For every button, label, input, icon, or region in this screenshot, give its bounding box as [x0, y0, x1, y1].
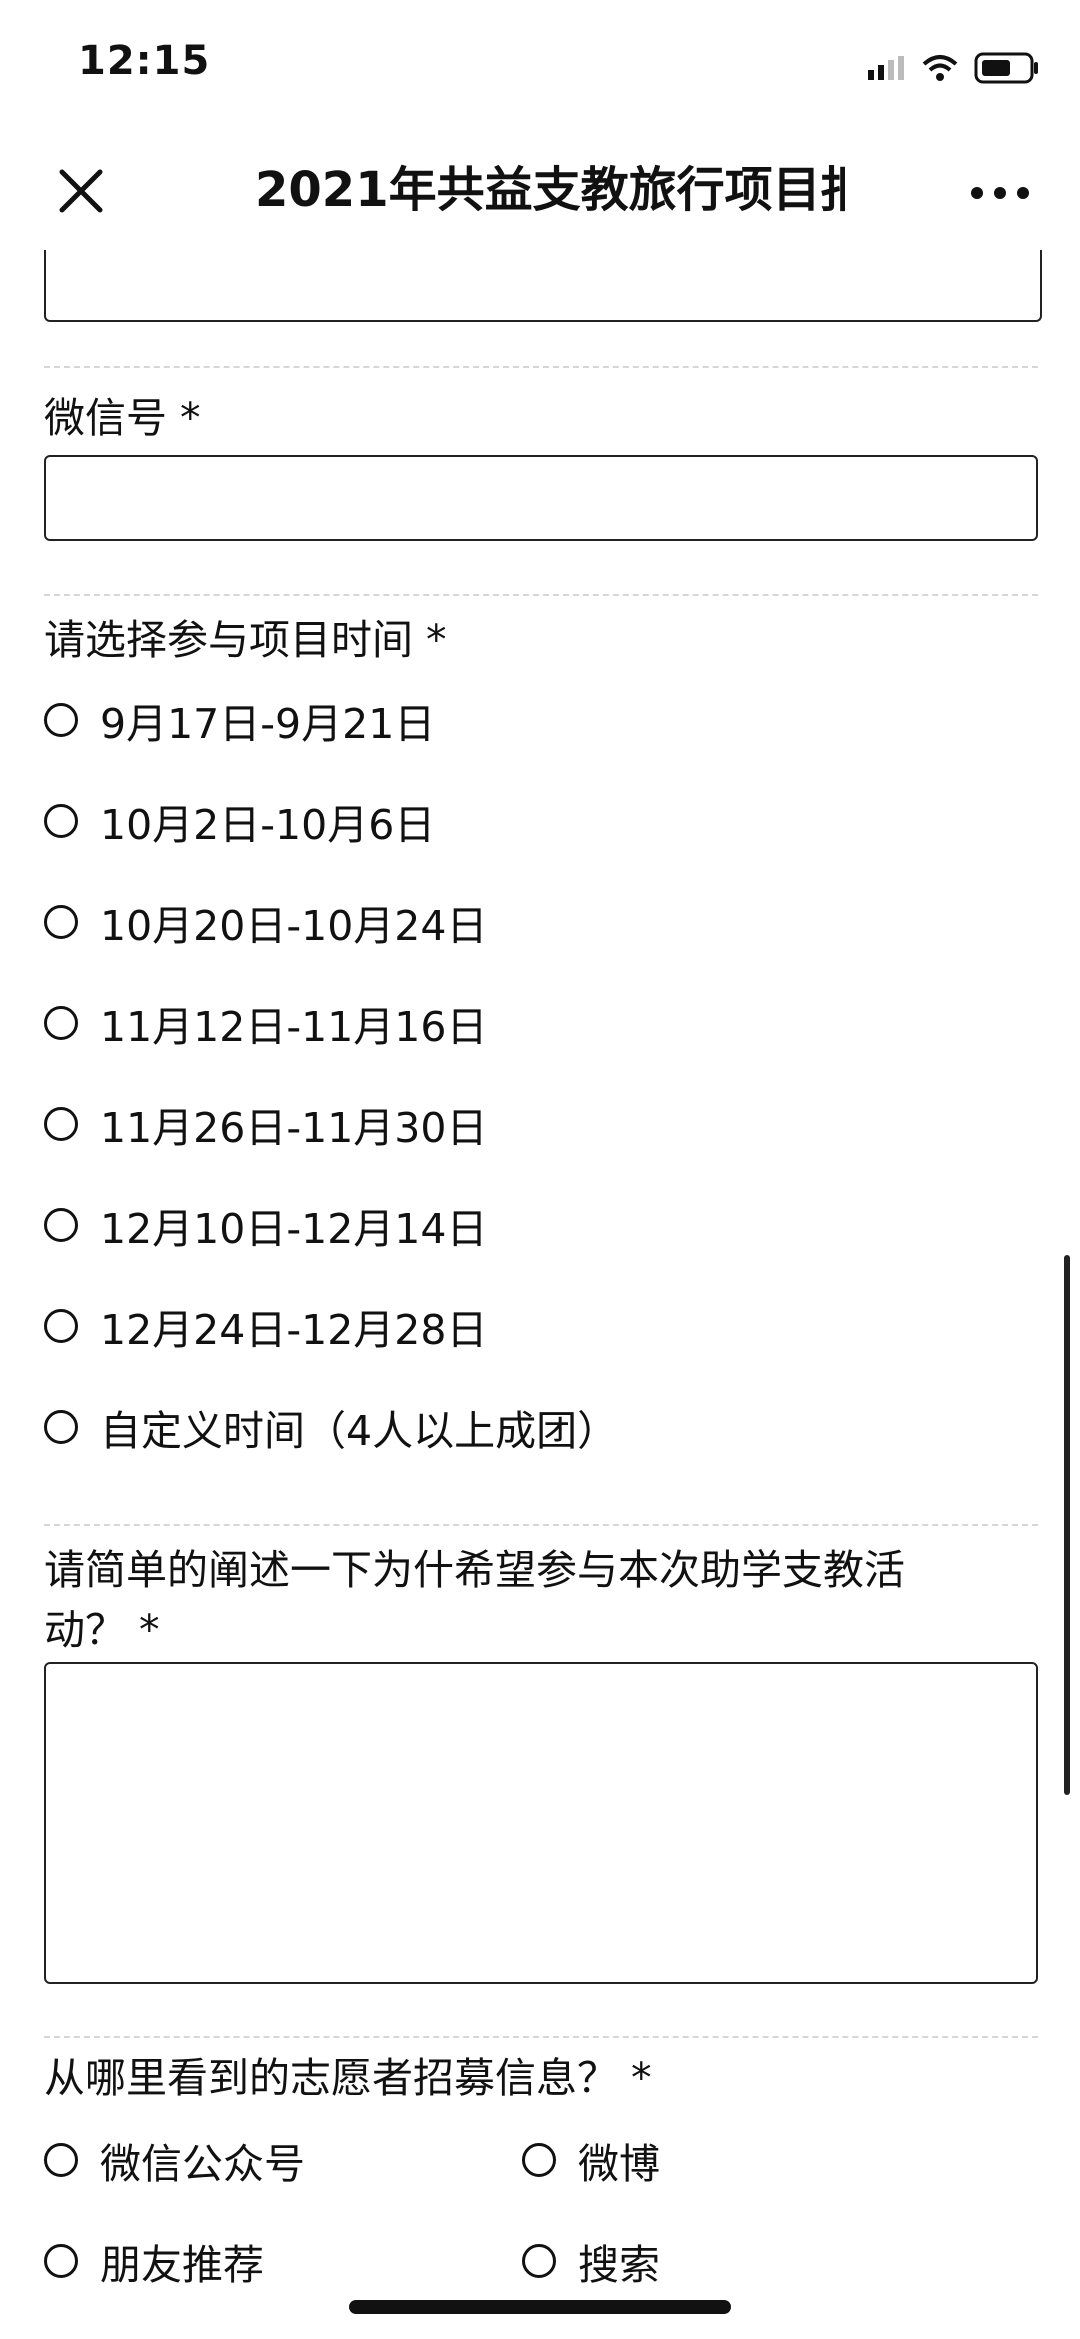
- reason-question-label: 请简单的阐述一下为什希望参与本次助学支教活: [44, 1546, 905, 1594]
- source-question-label: 从哪里看到的志愿者招募信息？ *: [44, 2054, 652, 2102]
- time-question-label: 请选择参与项目时间 *: [44, 616, 447, 664]
- wifi-icon: [922, 55, 958, 81]
- home-indicator[interactable]: [349, 2300, 731, 2314]
- time-option[interactable]: 9月17日-9月21日: [44, 690, 435, 750]
- source-option[interactable]: 微博: [522, 2130, 660, 2190]
- divider: [44, 1524, 1038, 1528]
- status-time: 12:15: [78, 38, 211, 84]
- radio-label: 9月17日-9月21日: [100, 700, 436, 748]
- signal-icon: [868, 56, 904, 80]
- radio-icon: [44, 804, 78, 838]
- radio-label: 微博: [578, 2140, 660, 2188]
- nav-bar: 2021年共益支教旅行项目报: [0, 130, 1080, 250]
- page-title: 2021年共益支教旅行项目报: [255, 162, 845, 218]
- close-icon: [59, 169, 103, 213]
- radio-label: 12月10日-12月14日: [100, 1205, 488, 1253]
- divider: [44, 2036, 1038, 2040]
- source-option[interactable]: 搜索: [522, 2231, 660, 2291]
- time-option[interactable]: 11月12日-11月16日: [44, 993, 487, 1053]
- radio-label: 10月20日-10月24日: [100, 902, 488, 950]
- radio-label: 微信公众号: [100, 2140, 305, 2188]
- radio-icon: [44, 1410, 78, 1444]
- radio-icon: [44, 1006, 78, 1040]
- radio-label: 自定义时间（4人以上成团）: [100, 1407, 619, 1455]
- status-bar: 12:15: [0, 0, 1080, 130]
- divider: [44, 366, 1038, 370]
- more-button[interactable]: [965, 178, 1035, 208]
- radio-icon: [44, 2143, 78, 2177]
- source-option[interactable]: 朋友推荐: [44, 2231, 264, 2291]
- time-option[interactable]: 12月10日-12月14日: [44, 1195, 487, 1255]
- radio-icon: [44, 1309, 78, 1343]
- radio-label: 11月12日-11月16日: [100, 1003, 488, 1051]
- scrollbar[interactable]: [1064, 1255, 1070, 1795]
- time-option[interactable]: 11月26日-11月30日: [44, 1094, 487, 1154]
- radio-label: 11月26日-11月30日: [100, 1104, 488, 1152]
- time-option[interactable]: 10月20日-10月24日: [44, 892, 487, 952]
- radio-label: 朋友推荐: [100, 2241, 264, 2289]
- previous-field-input[interactable]: [44, 250, 1042, 322]
- more-icon: [971, 187, 1029, 199]
- time-option[interactable]: 自定义时间（4人以上成团）: [44, 1397, 618, 1457]
- time-option[interactable]: 12月24日-12月28日: [44, 1296, 487, 1356]
- radio-icon: [522, 2143, 556, 2177]
- radio-icon: [44, 1208, 78, 1242]
- radio-label: 12月24日-12月28日: [100, 1306, 488, 1354]
- reason-question-label-cont: 动？ *: [44, 1606, 160, 1654]
- close-button[interactable]: [56, 166, 106, 216]
- status-icons: [866, 50, 1040, 86]
- radio-icon: [44, 905, 78, 939]
- radio-icon: [44, 1107, 78, 1141]
- radio-label: 10月2日-10月6日: [100, 801, 436, 849]
- radio-icon: [44, 703, 78, 737]
- wechat-label: 微信号 *: [44, 394, 201, 442]
- radio-icon: [44, 2244, 78, 2278]
- source-option[interactable]: 微信公众号: [44, 2130, 305, 2190]
- wechat-input[interactable]: [44, 455, 1038, 541]
- time-option[interactable]: 10月2日-10月6日: [44, 791, 435, 851]
- reason-textarea[interactable]: [44, 1662, 1038, 1984]
- radio-icon: [522, 2244, 556, 2278]
- divider: [44, 594, 1038, 598]
- battery-icon: [974, 52, 1038, 84]
- radio-label: 搜索: [578, 2241, 660, 2289]
